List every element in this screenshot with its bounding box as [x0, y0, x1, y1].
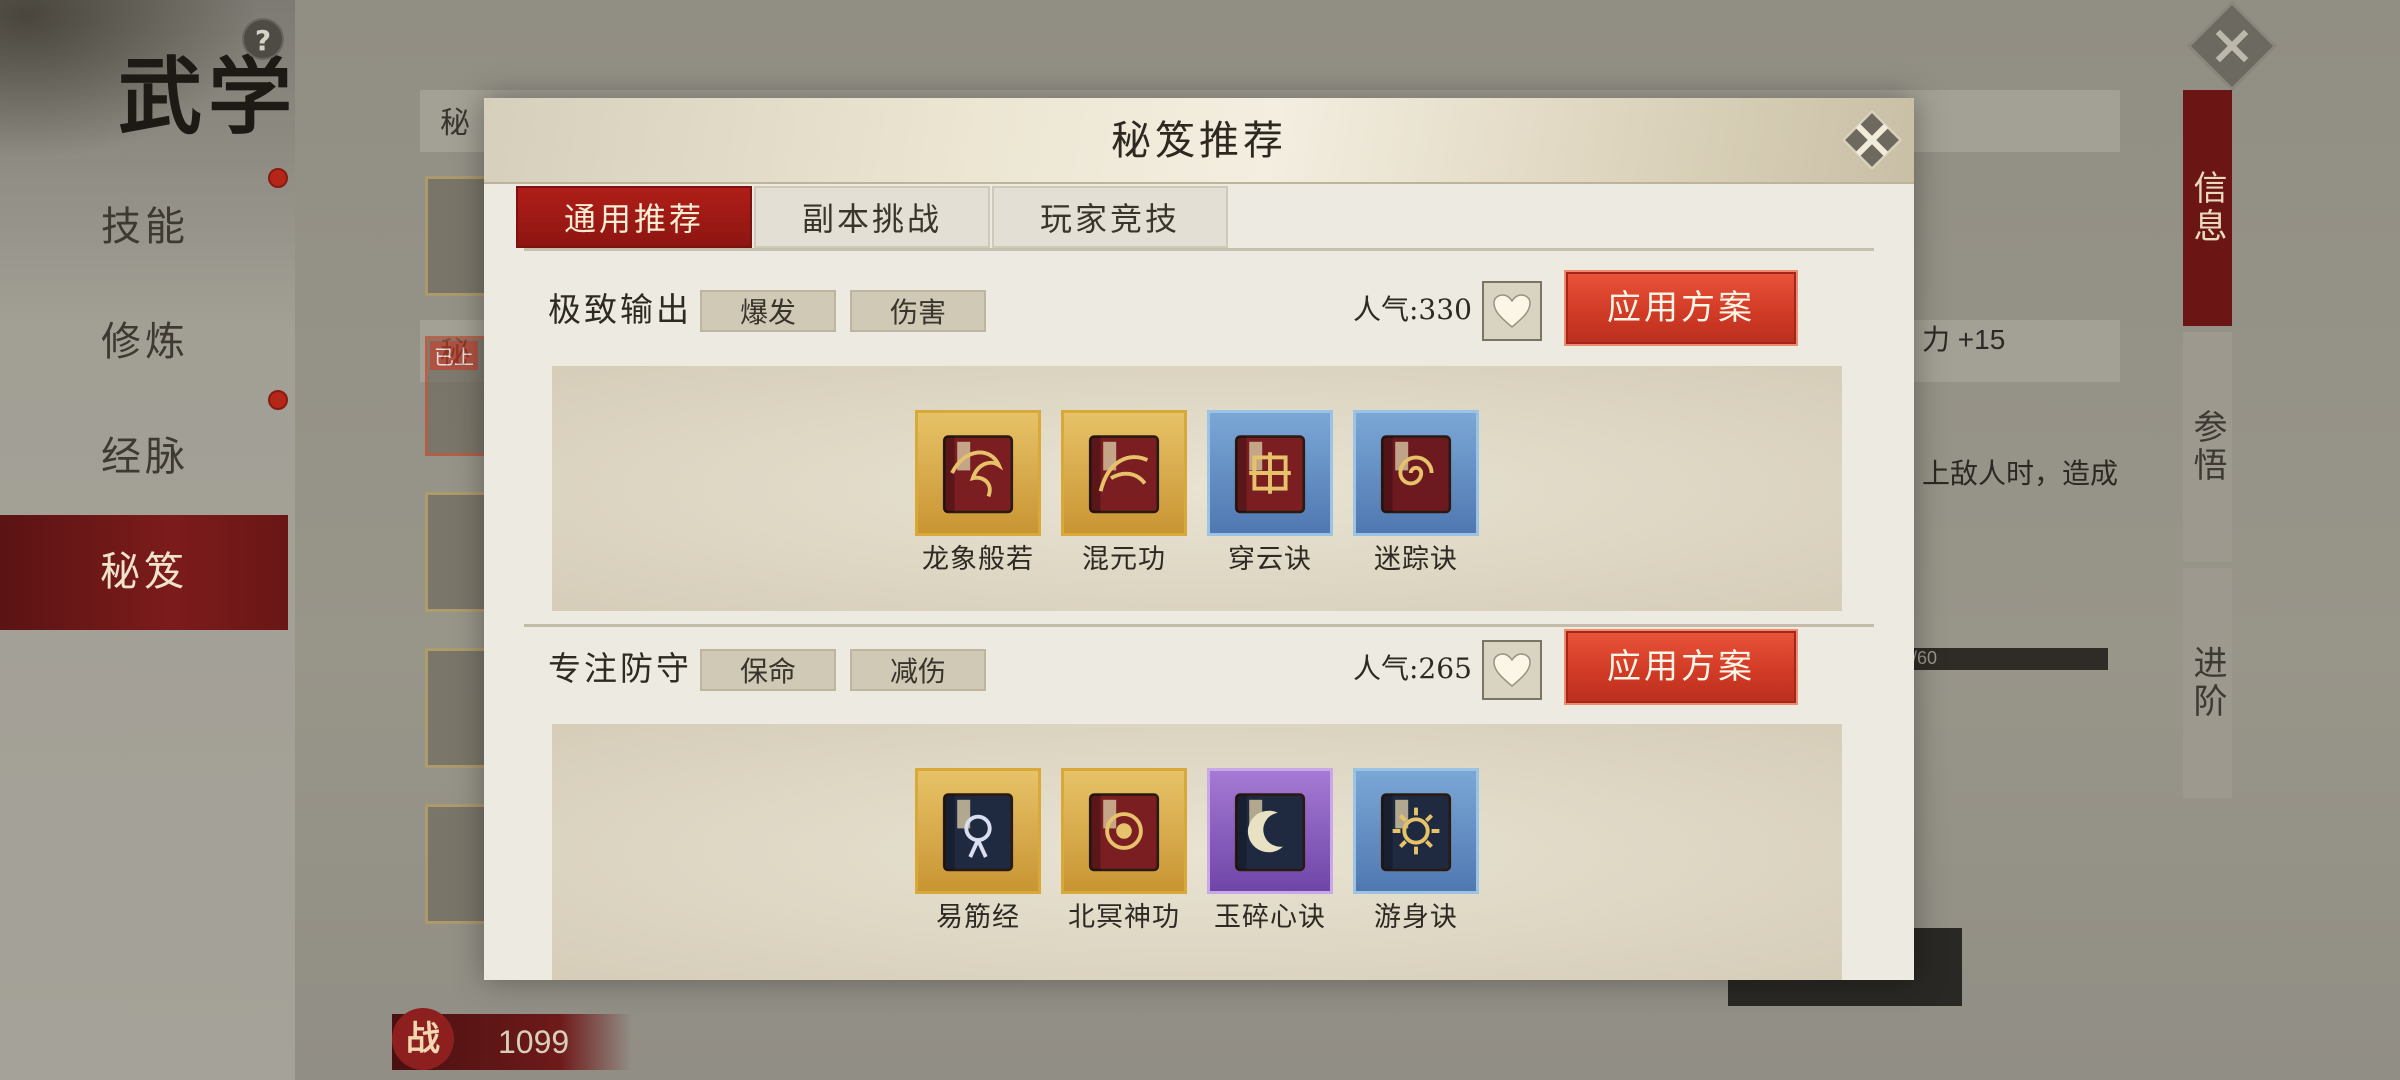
book-icon [942, 793, 1014, 872]
book-name: 北冥神功 [1068, 902, 1180, 933]
apply-preset-button[interactable]: 应用方案 [1564, 629, 1798, 705]
book-icon [1234, 793, 1306, 872]
book-icon [1088, 793, 1160, 872]
book-name: 迷踪诀 [1374, 544, 1458, 575]
dialog-title: 秘笈推荐 [1111, 118, 1287, 164]
side-menu-item-meridians[interactable]: 经脉 [0, 390, 290, 515]
tab-underline [524, 248, 1874, 251]
notification-dot [268, 168, 288, 188]
right-side-tabs: 信息 参悟 进阶 [2183, 90, 2257, 804]
book-name: 玉碎心诀 [1214, 902, 1326, 933]
like-button[interactable] [1482, 281, 1542, 341]
section-divider [524, 624, 1874, 627]
book-icon-frame[interactable] [1207, 768, 1333, 894]
book-icon-frame[interactable] [1061, 768, 1187, 894]
book-row: 易筋经 北冥神功 玉碎心诀 游身诀 [552, 768, 1842, 936]
combat-power-icon: 战 [392, 1008, 454, 1070]
book-name: 龙象般若 [922, 544, 1034, 575]
side-menu-item-manuals[interactable]: 秘笈 [0, 515, 288, 630]
side-tab-info[interactable]: 信息 [2183, 90, 2232, 326]
book-item[interactable]: 迷踪诀 [1351, 410, 1481, 578]
background-desc-text: 上敌人时，造成 [1922, 457, 2119, 490]
preset-tag: 减伤 [850, 649, 986, 691]
dialog-close-button[interactable] [1840, 108, 1904, 172]
side-menu-label: 秘笈 [100, 549, 188, 595]
side-menu: 技能 修炼 经脉 秘笈 [0, 168, 290, 630]
book-icon [1234, 435, 1306, 514]
book-icon-frame[interactable] [1207, 410, 1333, 536]
side-menu-item-skills[interactable]: 技能 [0, 168, 290, 285]
manual-recommend-dialog: 秘笈推荐 通用推荐 副本挑战 玩家竞技 极致输出 爆发 伤害 人气:330 应用… [484, 98, 1914, 980]
like-button[interactable] [1482, 640, 1542, 700]
heart-icon [1493, 653, 1531, 687]
heart-icon [1493, 294, 1531, 328]
side-menu-item-training[interactable]: 修炼 [0, 285, 290, 400]
book-item[interactable]: 北冥神功 [1059, 768, 1189, 936]
book-item[interactable]: 游身诀 [1351, 768, 1481, 936]
book-name: 穿云诀 [1228, 544, 1312, 575]
tab-general[interactable]: 通用推荐 [516, 186, 752, 248]
preset-header: 极致输出 爆发 伤害 人气:330 应用方案 [548, 270, 1868, 346]
book-icon [1380, 435, 1452, 514]
help-button[interactable]: ? [242, 18, 284, 60]
book-row: 龙象般若 混元功 穿云诀 迷踪诀 [552, 410, 1842, 578]
preset-tag: 爆发 [700, 290, 836, 332]
apply-preset-button[interactable]: 应用方案 [1564, 270, 1798, 346]
equipped-badge: 已上 [430, 341, 478, 370]
tab-dungeon[interactable]: 副本挑战 [754, 186, 990, 248]
preset-book-area: 龙象般若 混元功 穿云诀 迷踪诀 [552, 366, 1842, 611]
book-icon-frame[interactable] [1353, 768, 1479, 894]
book-icon [942, 435, 1014, 514]
background-stat-text: 力 +15 [1922, 324, 2006, 355]
book-icon [1088, 435, 1160, 514]
dialog-tabs: 通用推荐 副本挑战 玩家竞技 [516, 186, 1230, 248]
background-section-label: 秘 [440, 106, 470, 141]
book-item[interactable]: 混元功 [1059, 410, 1189, 578]
book-item[interactable]: 玉碎心诀 [1205, 768, 1335, 936]
book-name: 混元功 [1082, 544, 1166, 575]
side-menu-label: 经脉 [101, 434, 189, 480]
book-item[interactable]: 龙象般若 [913, 410, 1043, 578]
side-menu-label: 修炼 [101, 319, 189, 365]
book-icon-frame[interactable] [1061, 410, 1187, 536]
preset-name: 极致输出 [548, 290, 692, 329]
side-tab-comprehend[interactable]: 参悟 [2183, 332, 2232, 562]
side-tab-advance[interactable]: 进阶 [2183, 568, 2232, 798]
popularity-count: 人气:265 [1353, 652, 1472, 685]
book-item[interactable]: 穿云诀 [1205, 410, 1335, 578]
knot-icon [1249, 452, 1291, 494]
notification-dot [268, 390, 288, 410]
preset-book-area: 易筋经 北冥神功 玉碎心诀 游身诀 [552, 724, 1842, 980]
popularity-count: 人气:330 [1353, 293, 1472, 326]
preset-tag: 伤害 [850, 290, 986, 332]
book-item[interactable]: 易筋经 [913, 768, 1043, 936]
preset-header: 专注防守 保命 减伤 人气:265 应用方案 [548, 629, 1868, 705]
book-name: 游身诀 [1374, 902, 1458, 933]
book-name: 易筋经 [936, 902, 1020, 933]
side-menu-label: 技能 [101, 204, 189, 250]
book-icon-frame[interactable] [915, 768, 1041, 894]
preset-tag: 保命 [700, 649, 836, 691]
tab-pvp[interactable]: 玩家竞技 [992, 186, 1228, 248]
book-icon-frame[interactable] [1353, 410, 1479, 536]
book-icon [1380, 793, 1452, 872]
preset-name: 专注防守 [548, 649, 692, 688]
book-icon-frame[interactable] [915, 410, 1041, 536]
background-progress-bar: /60 [1908, 648, 2108, 670]
